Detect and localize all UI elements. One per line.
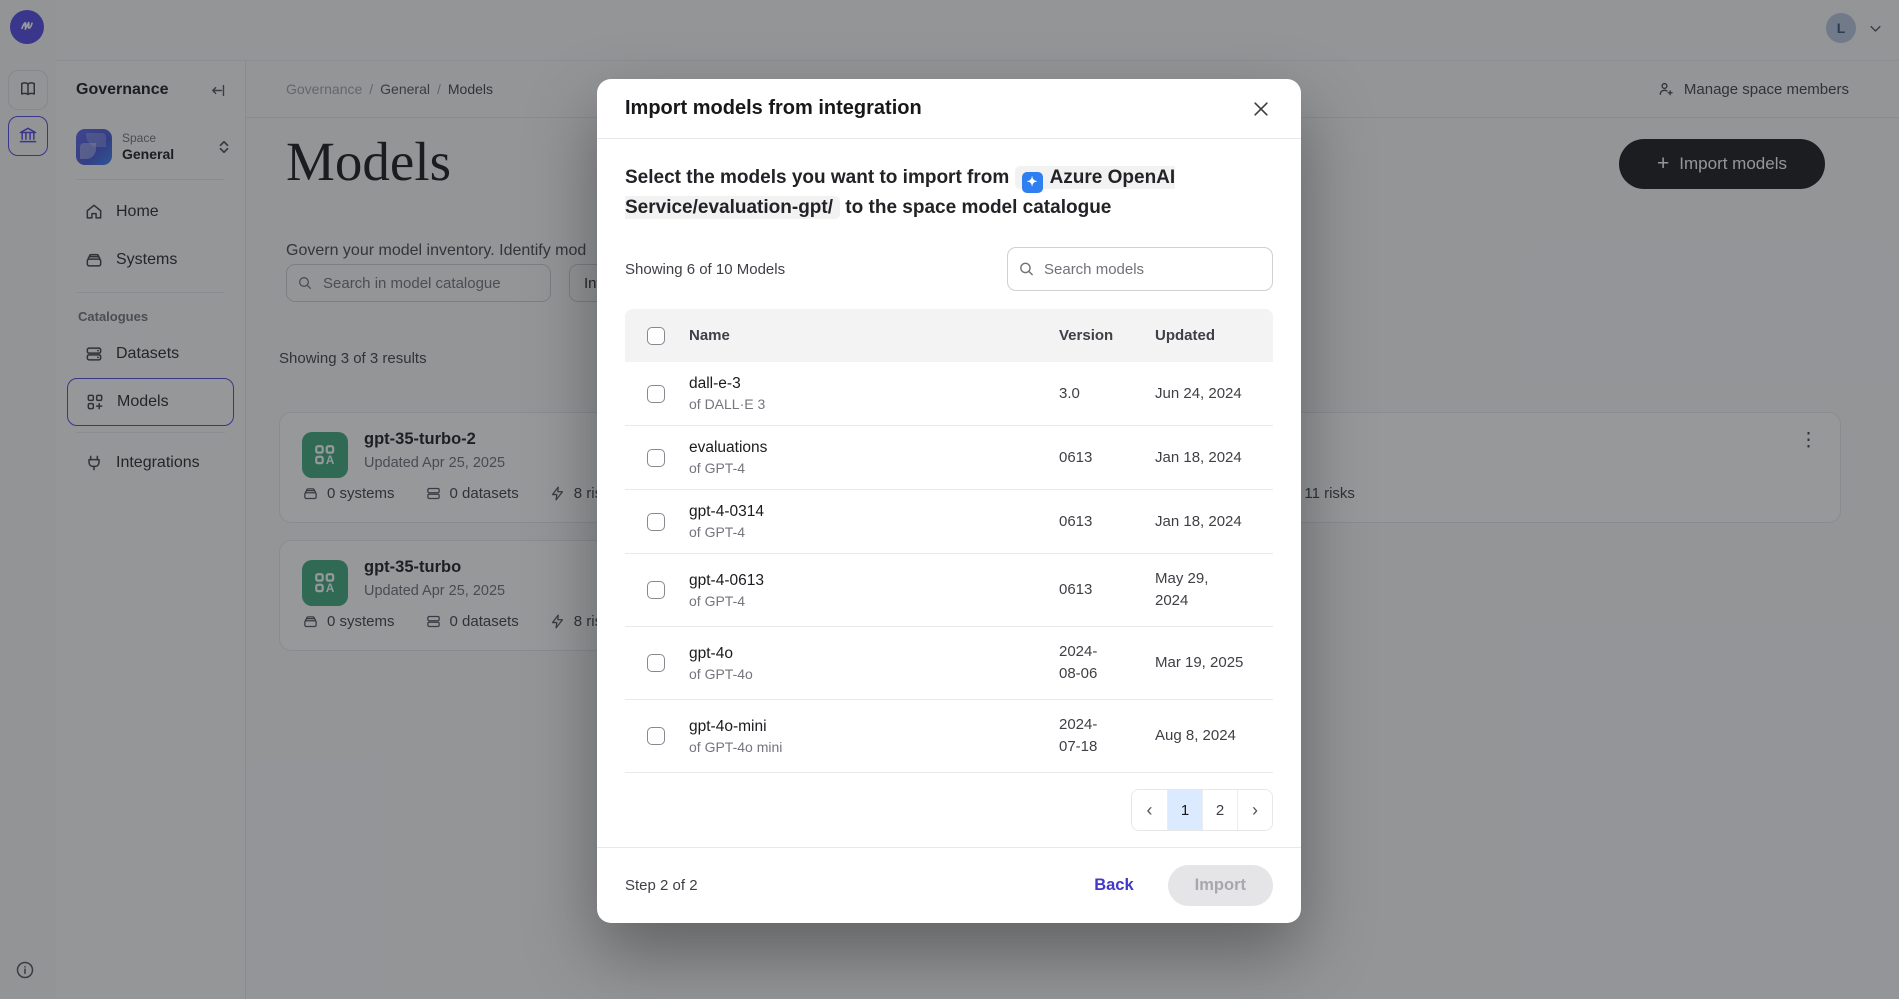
table-row[interactable]: dall-e-3 of DALL·E 3 3.0 Jun 24, 2024 — [625, 362, 1273, 426]
table-header-row: Name Version Updated — [625, 309, 1273, 362]
row-checkbox[interactable] — [647, 727, 665, 745]
table-row[interactable]: gpt-4-0314 of GPT-4 0613 Jan 18, 2024 — [625, 490, 1273, 554]
table-row[interactable]: gpt-4o-mini of GPT-4o mini 2024-07-18 Aug… — [625, 700, 1273, 773]
model-version: 3.0 — [1059, 385, 1080, 402]
column-header-name: Name — [689, 327, 1059, 344]
models-count-summary: Showing 6 of 10 Models — [625, 261, 785, 278]
table-row[interactable]: gpt-4o of GPT-4o 2024-08-06 Mar 19, 2025 — [625, 627, 1273, 700]
description-prefix: Select the models you want to import fro… — [625, 167, 1009, 188]
model-updated: May 29, 2024 — [1155, 568, 1221, 612]
table-row[interactable]: evaluations of GPT-4 0613 Jan 18, 2024 — [625, 426, 1273, 490]
page-2-button[interactable]: 2 — [1202, 790, 1237, 830]
column-header-updated: Updated — [1155, 327, 1273, 344]
model-version: 0613 — [1059, 581, 1092, 598]
model-updated: Mar 19, 2025 — [1155, 654, 1243, 671]
model-version: 0613 — [1059, 513, 1092, 530]
model-family: of GPT-4o mini — [689, 739, 1059, 755]
model-updated: Aug 8, 2024 — [1155, 727, 1236, 744]
model-family: of GPT-4 — [689, 460, 1059, 476]
model-name: gpt-4-0613 — [689, 572, 1059, 590]
model-name: evaluations — [689, 439, 1059, 457]
import-button[interactable]: Import — [1168, 865, 1273, 906]
modal-description: Select the models you want to import fro… — [625, 163, 1261, 223]
app: Governance Space General — [0, 0, 1899, 999]
search-models-input[interactable] — [1007, 247, 1273, 291]
previous-page-button[interactable]: ‹ — [1132, 790, 1167, 830]
page-1-button[interactable]: 1 — [1167, 790, 1202, 830]
model-name: gpt-4o-mini — [689, 718, 1059, 736]
modal-header: Import models from integration — [597, 79, 1301, 139]
model-name: gpt-4o — [689, 645, 1059, 663]
model-family: of GPT-4 — [689, 524, 1059, 540]
model-updated: Jan 18, 2024 — [1155, 513, 1242, 530]
next-page-button[interactable]: › — [1237, 790, 1272, 830]
row-checkbox[interactable] — [647, 581, 665, 599]
step-indicator: Step 2 of 2 — [625, 877, 698, 894]
model-family: of GPT-4o — [689, 666, 1059, 682]
import-models-modal: Import models from integration Select th… — [597, 79, 1301, 923]
row-checkbox[interactable] — [647, 513, 665, 531]
models-table: Name Version Updated dall-e-3 of DALL·E 3… — [625, 309, 1273, 773]
modal-title: Import models from integration — [625, 97, 922, 120]
model-version: 2024-07-18 — [1059, 714, 1111, 758]
pagination: ‹ 1 2 › — [1131, 789, 1273, 831]
model-version: 2024-08-06 — [1059, 641, 1111, 685]
select-all-checkbox[interactable] — [647, 327, 665, 345]
azure-icon: ✦ — [1022, 172, 1043, 193]
row-checkbox[interactable] — [647, 449, 665, 467]
model-updated: Jan 18, 2024 — [1155, 449, 1242, 466]
row-checkbox[interactable] — [647, 654, 665, 672]
model-name: dall-e-3 — [689, 375, 1059, 393]
table-row[interactable]: gpt-4-0613 of GPT-4 0613 May 29, 2024 — [625, 554, 1273, 627]
model-version: 0613 — [1059, 449, 1092, 466]
row-checkbox[interactable] — [647, 385, 665, 403]
column-header-version: Version — [1059, 327, 1155, 344]
model-family: of GPT-4 — [689, 593, 1059, 609]
back-button[interactable]: Back — [1094, 876, 1133, 895]
description-suffix: to the space model catalogue — [845, 197, 1111, 218]
search-icon — [1018, 261, 1035, 278]
modal-search — [1007, 247, 1273, 291]
close-icon[interactable] — [1247, 95, 1275, 123]
model-family: of DALL·E 3 — [689, 396, 1059, 412]
model-updated: Jun 24, 2024 — [1155, 385, 1242, 402]
modal-footer: Step 2 of 2 Back Import — [597, 847, 1301, 923]
model-name: gpt-4-0314 — [689, 503, 1059, 521]
